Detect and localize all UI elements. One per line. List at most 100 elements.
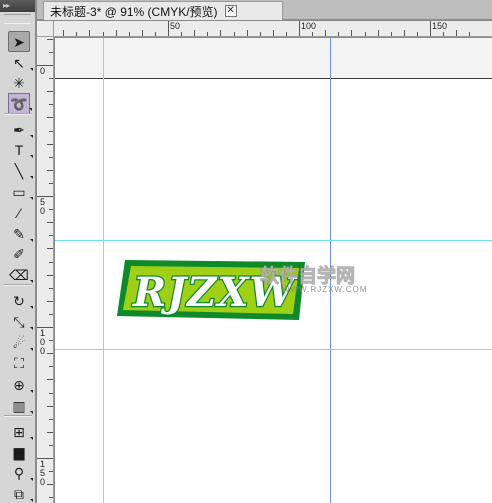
ruler-tick bbox=[299, 21, 300, 36]
shape-builder-icon: ⊕ bbox=[13, 376, 25, 393]
ruler-tick bbox=[116, 30, 117, 36]
ruler-tick bbox=[47, 406, 53, 407]
ruler-tick bbox=[63, 30, 64, 36]
paintbrush-icon: ⁄ bbox=[17, 204, 21, 221]
ruler-tick bbox=[273, 30, 274, 36]
column-graph-icon: ▥ bbox=[12, 397, 26, 414]
ruler-tick bbox=[365, 32, 366, 36]
flyout-indicator-icon bbox=[30, 68, 33, 71]
ruler-tick bbox=[49, 157, 53, 158]
ruler-tick bbox=[49, 131, 53, 132]
ruler-label: 0 bbox=[39, 206, 45, 216]
document-tab[interactable]: 未标题-3* @ 91% (CMYK/预览) ✕ bbox=[43, 1, 283, 20]
watermark-url: WWW.RJZXW.COM bbox=[282, 285, 368, 294]
lasso-tool[interactable]: ➰ bbox=[8, 93, 32, 114]
ruler-tick bbox=[49, 497, 53, 498]
eraser-tool[interactable]: ⌫ bbox=[8, 264, 33, 285]
ruler-tick bbox=[443, 32, 444, 36]
ruler-tick bbox=[194, 30, 195, 36]
flyout-indicator-icon bbox=[30, 280, 33, 283]
flyout-indicator-icon bbox=[30, 306, 33, 309]
free-transform-tool[interactable]: ⛶ bbox=[8, 352, 30, 373]
panel-grip[interactable] bbox=[4, 14, 31, 24]
ruler-tick bbox=[47, 275, 53, 276]
ruler-tick bbox=[49, 445, 53, 446]
flyout-indicator-icon bbox=[30, 176, 33, 179]
ruler-tick bbox=[234, 32, 235, 36]
warp-tool[interactable]: ☄ bbox=[8, 332, 33, 353]
ruler-tick bbox=[89, 30, 90, 36]
scale-tool[interactable]: ⤡ bbox=[8, 311, 33, 332]
direct-selection-tool[interactable]: ↖ bbox=[8, 52, 33, 73]
magic-wand-icon: ✳ bbox=[13, 74, 25, 91]
ruler-tick bbox=[49, 183, 53, 184]
type-tool[interactable]: T bbox=[8, 139, 33, 160]
ruler-label: 50 bbox=[170, 21, 181, 31]
ruler-tick bbox=[49, 340, 53, 341]
mesh-tool[interactable]: ⊞ bbox=[8, 421, 33, 442]
ruler-tick bbox=[47, 379, 53, 380]
ruler-tick bbox=[456, 30, 457, 36]
rotate-tool[interactable]: ↻ bbox=[8, 290, 33, 311]
flyout-indicator-icon bbox=[30, 411, 33, 414]
watermark-title: 软件自学网 bbox=[260, 265, 356, 288]
pencil-tool[interactable]: ✎ bbox=[8, 223, 33, 244]
flyout-indicator-icon bbox=[30, 390, 33, 393]
free-transform-icon: ⛶ bbox=[14, 354, 24, 371]
ruler-tick bbox=[286, 32, 287, 36]
mesh-icon: ⊞ bbox=[13, 423, 25, 440]
magic-wand-tool[interactable]: ✳ bbox=[8, 72, 30, 93]
line-tool[interactable]: ╲ bbox=[8, 160, 33, 181]
type-icon: T bbox=[14, 141, 24, 158]
ruler-tick bbox=[47, 222, 53, 223]
ruler-tick bbox=[220, 30, 221, 36]
blob-brush-tool[interactable]: ✐ bbox=[8, 243, 30, 264]
ruler-tick bbox=[49, 78, 53, 79]
ruler-tick bbox=[47, 248, 53, 249]
pen-icon: ✒ bbox=[13, 121, 25, 138]
rectangle-tool[interactable]: ▭ bbox=[8, 181, 33, 202]
ruler-tick bbox=[49, 235, 53, 236]
ruler-origin-corner[interactable] bbox=[37, 21, 54, 37]
document-tab-title: 未标题-3* @ 91% (CMYK/预览) bbox=[50, 4, 218, 19]
close-tab-icon[interactable]: ✕ bbox=[224, 5, 237, 17]
rectangle-icon: ▭ bbox=[12, 183, 26, 200]
ruler-tick bbox=[49, 471, 53, 472]
ruler-tick bbox=[49, 314, 53, 315]
graph-tool[interactable]: ▥ bbox=[8, 395, 33, 416]
document-tab-bar: 未标题-3* @ 91% (CMYK/预览) ✕ bbox=[37, 0, 492, 20]
shape-builder-tool[interactable]: ⊕ bbox=[8, 374, 33, 395]
rotate-icon: ↻ bbox=[13, 292, 25, 309]
blend-icon: ⧉ bbox=[14, 485, 24, 502]
ruler-label: 0 bbox=[39, 66, 45, 76]
ruler-tick bbox=[47, 353, 53, 354]
ruler-tick bbox=[49, 419, 53, 420]
ruler-tick bbox=[325, 30, 326, 36]
ruler-tick bbox=[49, 288, 53, 289]
ruler-tick bbox=[49, 209, 53, 210]
ruler-tick bbox=[49, 262, 53, 263]
ruler-tick bbox=[103, 32, 104, 36]
panel-collapse-icon[interactable]: ▸▸ bbox=[0, 0, 35, 12]
ruler-tick bbox=[338, 32, 339, 36]
gradient-tool[interactable]: ▆ bbox=[8, 441, 30, 462]
ruler-label: 150 bbox=[432, 21, 448, 31]
ruler-tick bbox=[129, 32, 130, 36]
eyedropper-tool[interactable]: ⚲ bbox=[8, 462, 33, 483]
ruler-tick bbox=[47, 432, 53, 433]
artboard-canvas[interactable]: RJZXW 软件自学网 WWW.RJZXW.COM bbox=[55, 38, 492, 503]
ruler-tick bbox=[260, 32, 261, 36]
pen-tool[interactable]: ✒ bbox=[8, 119, 33, 140]
selection-tool[interactable]: ➤ bbox=[8, 31, 30, 52]
vertical-ruler[interactable]: 050100150 bbox=[37, 37, 54, 503]
paintbrush-tool[interactable]: ⁄ bbox=[8, 202, 30, 223]
vertical-guide[interactable] bbox=[103, 38, 104, 503]
blend-tool[interactable]: ⧉ bbox=[8, 483, 33, 503]
horizontal-guide[interactable] bbox=[55, 349, 492, 350]
ruler-tick bbox=[49, 393, 53, 394]
ruler-tick bbox=[47, 39, 53, 40]
horizontal-guide[interactable] bbox=[55, 240, 492, 241]
ruler-label: 100 bbox=[301, 21, 317, 31]
ruler-tick bbox=[76, 32, 77, 36]
horizontal-ruler[interactable]: 50 100 150 bbox=[54, 21, 492, 37]
